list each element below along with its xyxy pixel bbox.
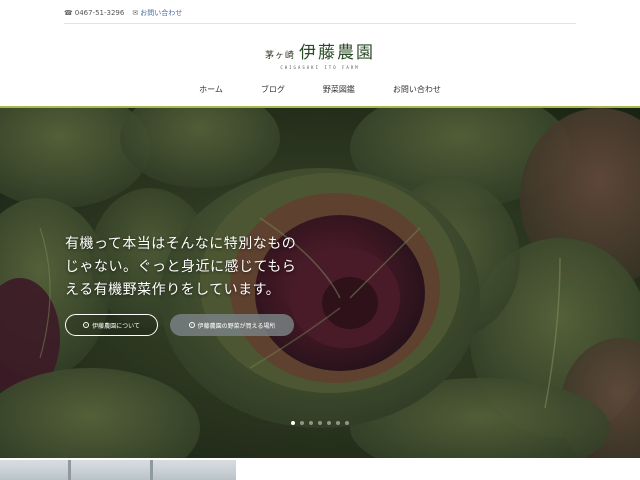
next-section — [0, 458, 640, 480]
nav-item-vegetables[interactable]: 野菜図鑑 — [304, 84, 374, 95]
phone-number: 0467-51-3296 — [74, 9, 125, 17]
contact-bar: ☎ 0467-51-3296 ✉ お問い合わせ — [64, 6, 182, 20]
top-divider — [64, 23, 576, 24]
logo-name: 伊藤農園 — [299, 43, 375, 63]
contact-link-label: お問い合わせ — [140, 9, 183, 17]
phone-icon: ☎ — [64, 9, 73, 17]
phone-link[interactable]: ☎ 0467-51-3296 — [64, 9, 124, 17]
about-farm-button[interactable]: › 伊藤農園について — [65, 314, 158, 336]
logo-subtitle: CHIGASAKI ITO FARM — [280, 65, 360, 70]
hero-line: える有機野菜作りをしています。 — [65, 282, 281, 298]
where-to-buy-button-label: 伊藤農園の野菜が買える場所 — [197, 322, 276, 330]
slider-dot[interactable] — [327, 421, 331, 425]
image-detail — [150, 460, 153, 480]
where-to-buy-button[interactable]: › 伊藤農園の野菜が買える場所 — [170, 314, 294, 336]
slider-dot[interactable] — [309, 421, 313, 425]
site-logo[interactable]: 茅ヶ崎 伊藤農園 CHIGASAKI ITO FARM — [0, 38, 640, 70]
hero-line: 有機って本当はそんなに特別なもの — [65, 236, 297, 252]
slider-dot[interactable] — [336, 421, 340, 425]
slider-dot[interactable] — [300, 421, 304, 425]
hero-slider: 有機って本当はそんなに特別なもの じゃない。ぐっと身近に感じてもら える有機野菜… — [0, 108, 640, 458]
slider-pagination — [0, 421, 640, 425]
hero-line: じゃない。ぐっと身近に感じてもら — [65, 259, 297, 275]
logo-location: 茅ヶ崎 — [264, 51, 295, 61]
arrow-circle-icon: › — [188, 322, 195, 328]
main-nav: ホーム ブログ 野菜図鑑 お問い合わせ — [0, 84, 640, 95]
section-image — [0, 460, 236, 480]
mail-icon: ✉ — [132, 9, 139, 17]
nav-item-home[interactable]: ホーム — [180, 84, 242, 95]
about-farm-button-label: 伊藤農園について — [92, 322, 140, 330]
slider-dot[interactable] — [291, 421, 295, 425]
contact-link[interactable]: ✉ お問い合わせ — [132, 8, 182, 18]
slider-dot[interactable] — [318, 421, 322, 425]
arrow-circle-icon: › — [83, 322, 90, 328]
nav-item-contact[interactable]: お問い合わせ — [374, 84, 460, 95]
slider-dot[interactable] — [345, 421, 349, 425]
image-detail — [68, 460, 71, 480]
nav-item-blog[interactable]: ブログ — [242, 84, 304, 95]
hero-message: 有機って本当はそんなに特別なもの じゃない。ぐっと身近に感じてもら える有機野菜… — [65, 233, 296, 302]
